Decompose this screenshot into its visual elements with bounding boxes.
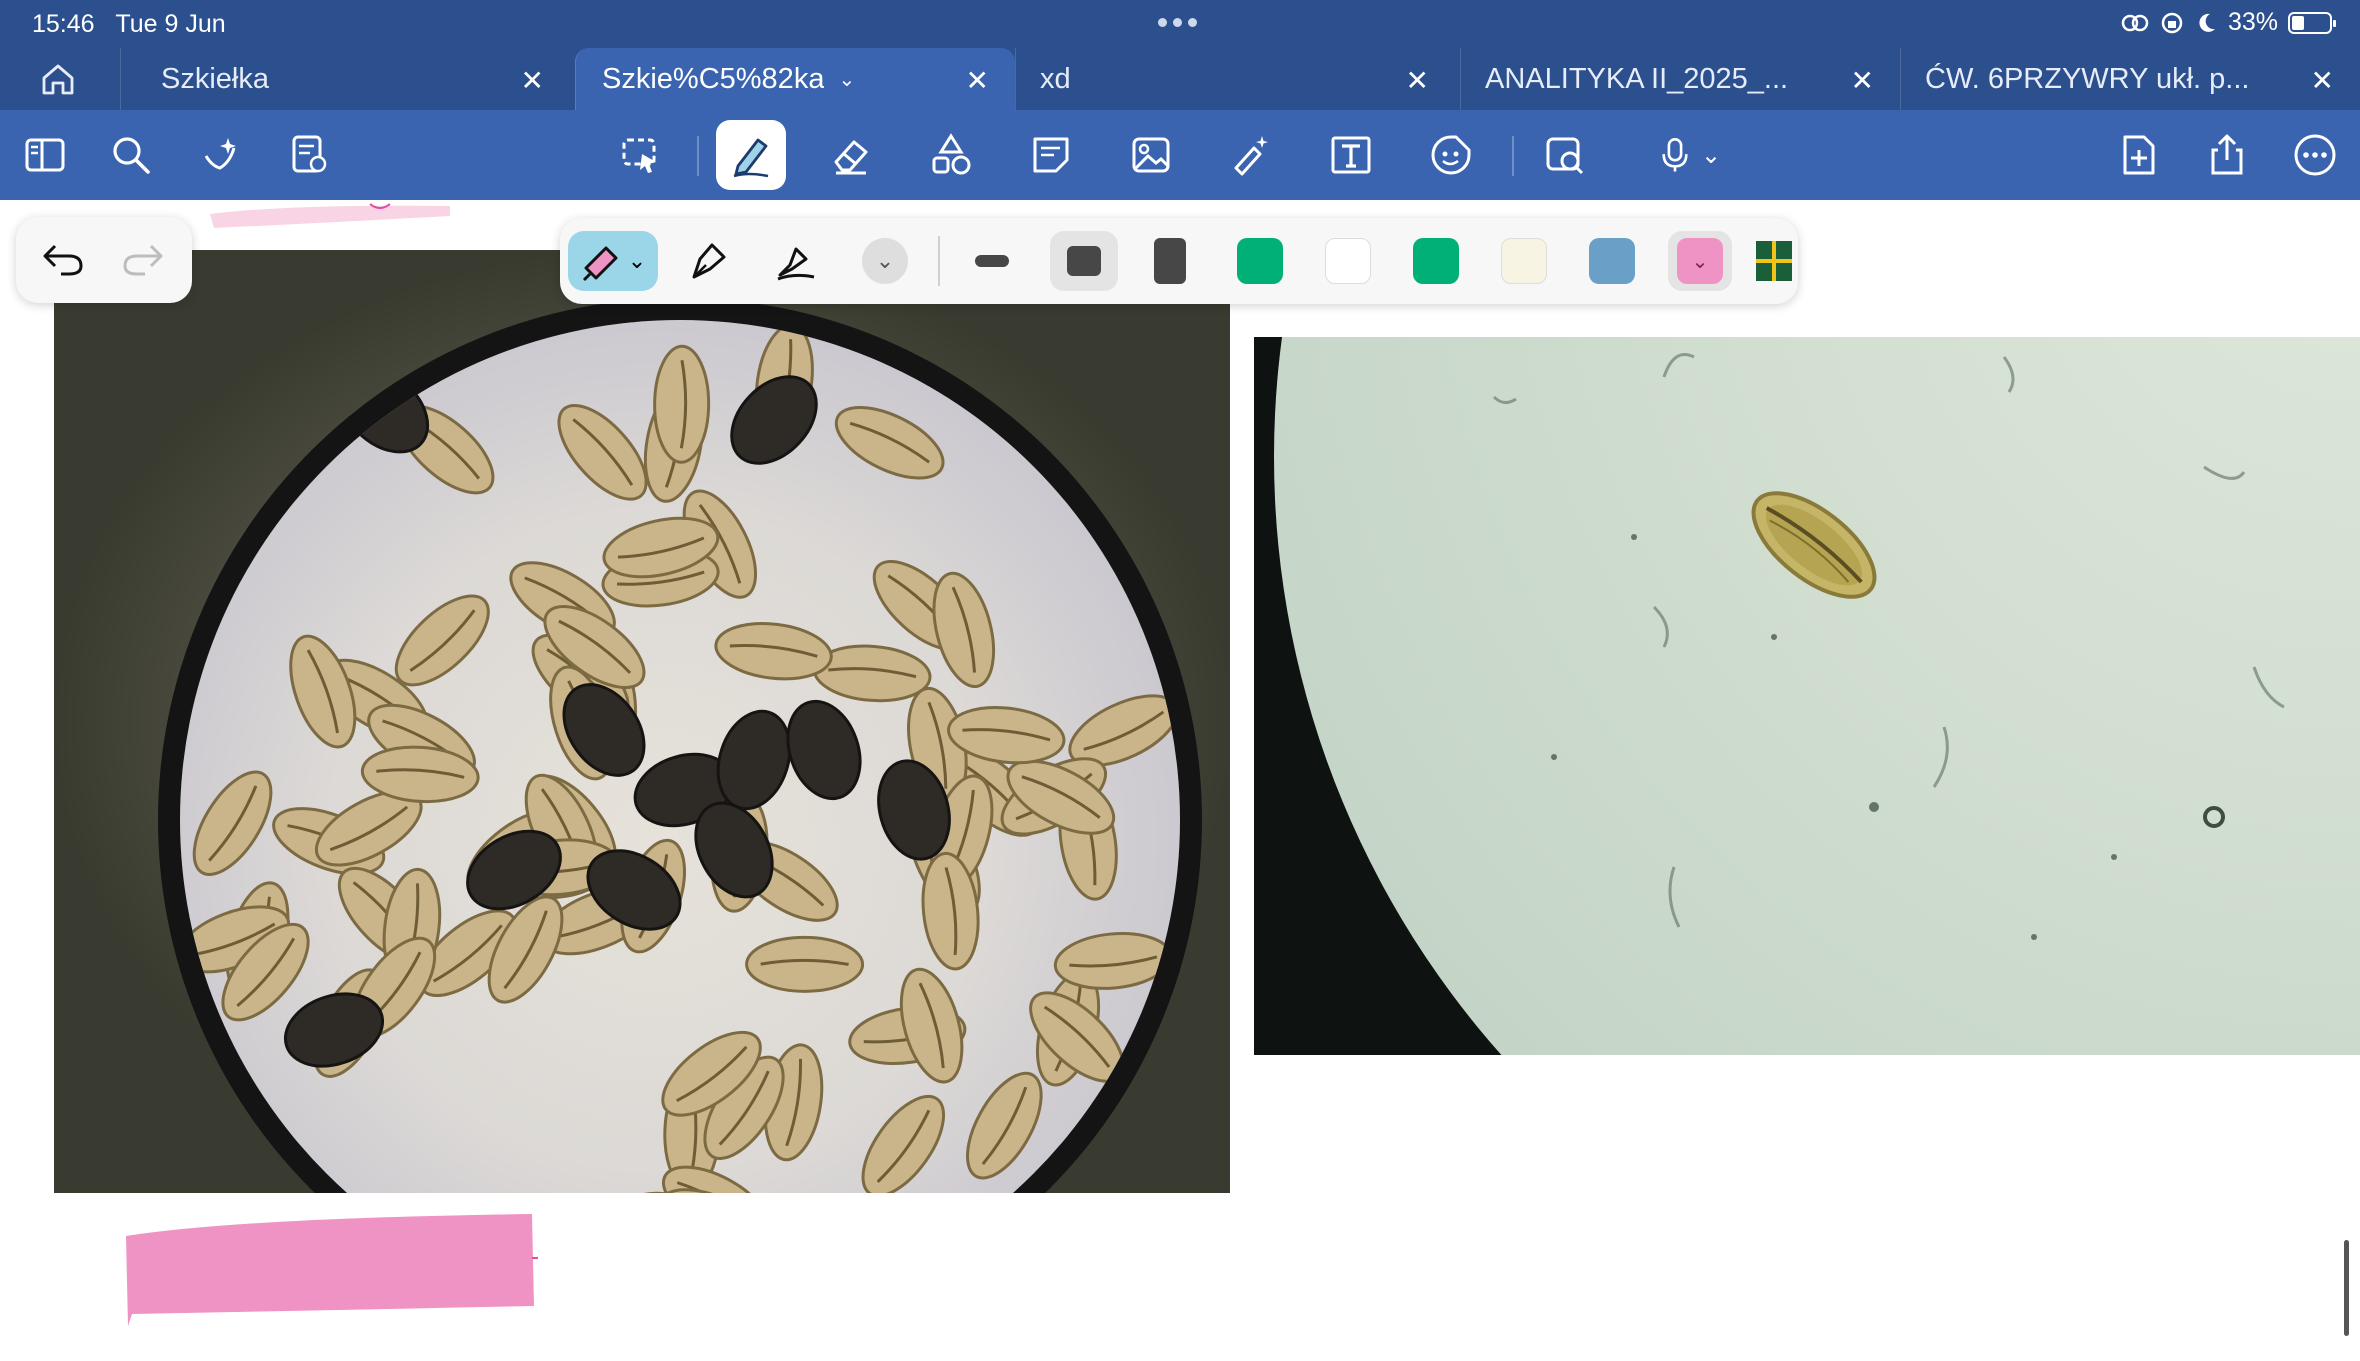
tab-analityka[interactable]: ANALITYKA II_2025_... ✕ — [1460, 48, 1900, 110]
shapes-icon[interactable] — [924, 128, 978, 182]
microscope-photo-right[interactable] — [1254, 337, 2360, 1055]
pen-icon[interactable] — [716, 120, 786, 190]
status-time: 15:46 Tue 9 Jun — [32, 10, 226, 38]
more-icon[interactable] — [2288, 128, 2342, 182]
multitasking-dots[interactable] — [1158, 18, 1197, 27]
home-tab[interactable] — [40, 62, 96, 98]
tab-label: Szkie%C5%82ka — [602, 62, 825, 95]
fountain-pen-icon[interactable] — [678, 231, 738, 291]
tab-szkielka[interactable]: Szkiełka ✕ — [120, 48, 570, 110]
pink-annotation-top — [210, 203, 450, 228]
color-swatch[interactable] — [1316, 231, 1380, 291]
image-search-icon[interactable] — [1538, 128, 1592, 182]
color-swatch[interactable] — [1228, 231, 1292, 291]
pink-highlight-annotation — [126, 1214, 538, 1326]
color-swatch[interactable] — [1492, 231, 1556, 291]
microscope-photo-left[interactable] — [54, 250, 1230, 1193]
tab-szkie-c5-82ka[interactable]: Szkie%C5%82ka ⌄ ✕ — [575, 48, 1015, 110]
chevron-down-icon[interactable]: ⌄ — [1701, 141, 1721, 170]
undo-redo-panel — [16, 217, 192, 303]
close-tab-icon[interactable]: ✕ — [966, 64, 989, 97]
home-icon — [42, 64, 74, 95]
battery-icon — [2288, 11, 2336, 34]
undo-icon[interactable] — [36, 235, 90, 285]
brush-pen-icon[interactable] — [766, 231, 826, 291]
lasso-icon[interactable] — [614, 128, 668, 182]
close-tab-icon[interactable]: ✕ — [521, 64, 544, 97]
color-swatch[interactable] — [1580, 231, 1644, 291]
share-icon[interactable] — [2200, 128, 2254, 182]
tab-label: ANALITYKA II_2025_... — [1485, 62, 1789, 95]
image-icon[interactable] — [1124, 128, 1178, 182]
stroke-thick[interactable] — [1138, 231, 1202, 291]
parasite-egg — [653, 344, 711, 464]
new-page-icon[interactable] — [2112, 128, 2166, 182]
microphone-icon[interactable]: ⌄ — [1642, 128, 1734, 182]
tab-bar: Szkiełka ✕ Szkie%C5%82ka ⌄ ✕ xd ✕ ANALIT… — [0, 48, 2360, 110]
sparkle-icon[interactable] — [194, 128, 248, 182]
search-icon[interactable] — [104, 128, 158, 182]
close-tab-icon[interactable]: ✕ — [1851, 64, 1874, 97]
vertical-scrollbar[interactable] — [2344, 1240, 2349, 1336]
lock-rotation-icon — [2161, 12, 2183, 33]
tab-xd[interactable]: xd ✕ — [1015, 48, 1455, 110]
toolbar: ⌄ — [0, 110, 2360, 200]
color-swatch[interactable]: ⌄ — [1668, 231, 1732, 291]
document-review-icon[interactable] — [282, 128, 336, 182]
more-tools-chevron[interactable]: ⌄ — [860, 231, 910, 291]
color-swatch[interactable] — [1404, 231, 1468, 291]
highlighter-magic-icon[interactable] — [1224, 128, 1278, 182]
sticky-note-icon[interactable] — [1024, 128, 1078, 182]
stroke-thin[interactable] — [960, 231, 1024, 291]
chevron-down-icon[interactable]: ⌄ — [838, 67, 855, 92]
sticker-icon[interactable] — [1424, 128, 1478, 182]
link-icon — [2121, 14, 2149, 31]
highlighter-icon[interactable]: ⌄ — [568, 231, 658, 291]
battery-percent: 33% — [2227, 8, 2278, 36]
tab-cw6-przywry[interactable]: ĆW. 6PRZYWRY ukł. p... ✕ — [1900, 48, 2360, 110]
tab-label: xd — [1040, 62, 1071, 95]
status-right: 33% — [2120, 8, 2336, 37]
pen-tool-panel: ⌄ ⌄ ⌄ — [560, 218, 1798, 304]
status-date: Tue 9 Jun — [115, 10, 226, 38]
tab-label: ĆW. 6PRZYWRY ukł. p... — [1925, 62, 2250, 95]
do-not-disturb-icon — [2199, 13, 2215, 32]
microscope-field-left — [54, 250, 1230, 1193]
tab-label: Szkiełka — [161, 62, 269, 95]
microscope-field-right — [1254, 337, 2360, 1055]
close-tab-icon[interactable]: ✕ — [1406, 64, 1429, 97]
close-tab-icon[interactable]: ✕ — [2311, 64, 2334, 97]
text-box-icon[interactable] — [1324, 128, 1378, 182]
redo-icon[interactable] — [116, 235, 170, 285]
chevron-down-icon: ⌄ — [862, 238, 908, 284]
sidebar-icon[interactable] — [18, 128, 72, 182]
eraser-icon[interactable] — [824, 128, 878, 182]
stroke-medium[interactable] — [1050, 231, 1118, 291]
status-bar: 15:46 Tue 9 Jun 33% — [0, 0, 2360, 48]
custom-color-grid-icon[interactable] — [1752, 231, 1796, 291]
parasite-egg — [745, 935, 865, 993]
chevron-down-icon[interactable]: ⌄ — [628, 248, 646, 274]
